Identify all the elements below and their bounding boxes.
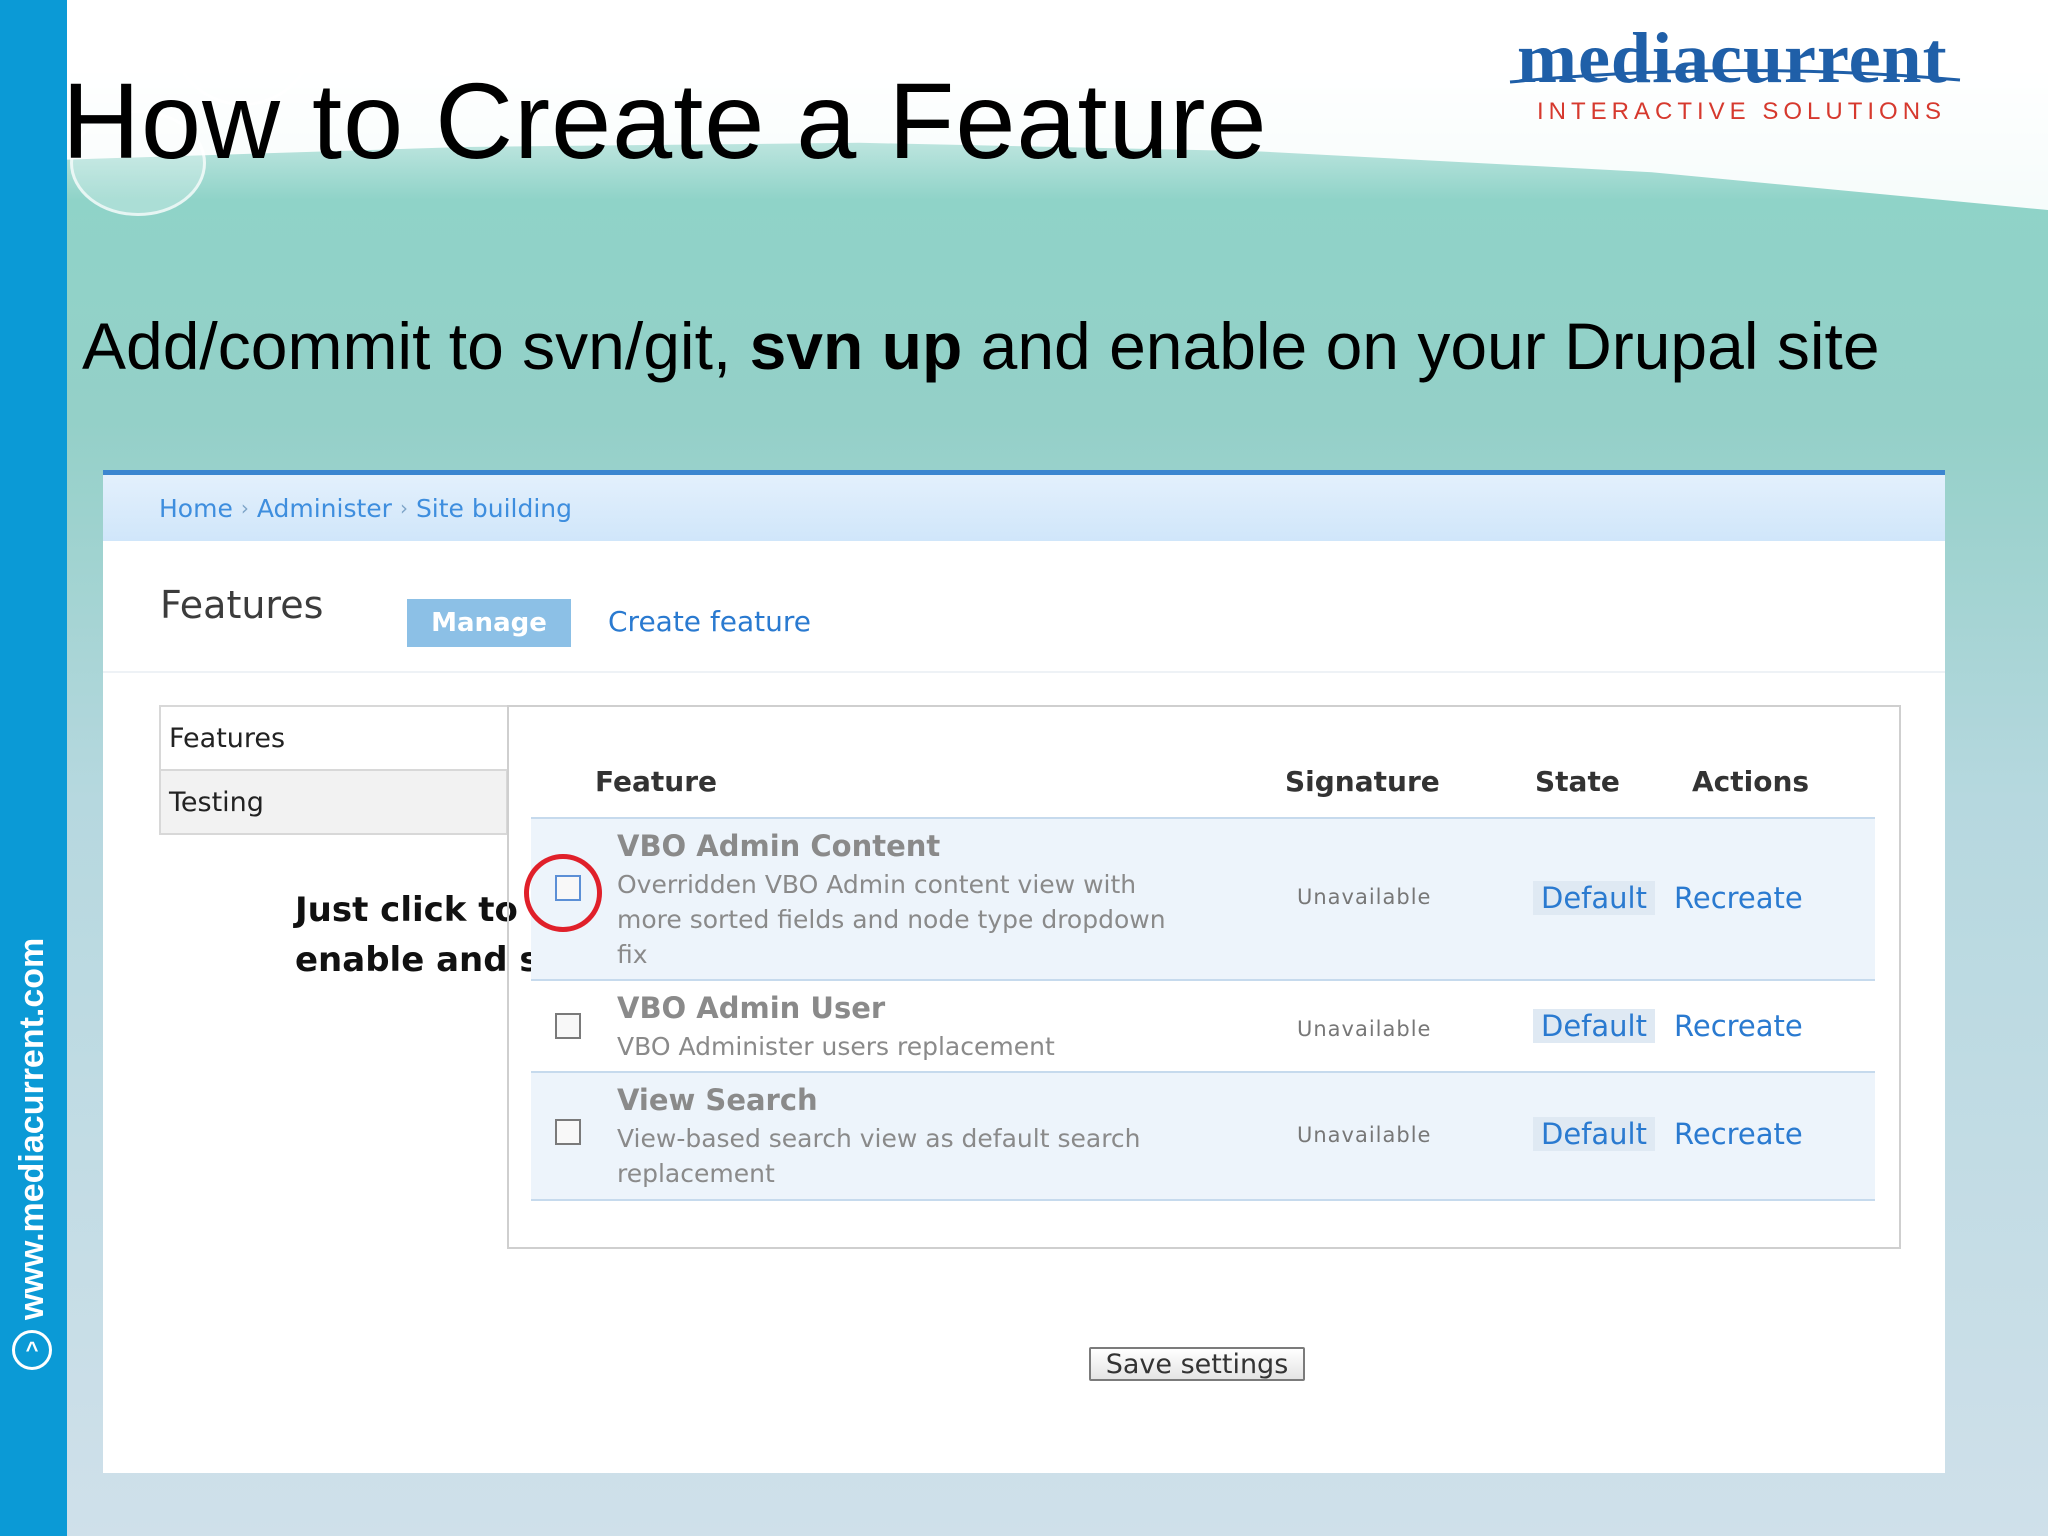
recreate-link[interactable]: Recreate bbox=[1674, 881, 1803, 915]
logo-swoosh-icon bbox=[1509, 68, 1961, 84]
feature-name: View Search bbox=[617, 1083, 818, 1117]
table-row: VBO Admin User VBO Administer users repl… bbox=[531, 979, 1875, 1073]
recreate-link[interactable]: Recreate bbox=[1674, 1117, 1803, 1151]
feature-description: View-based search view as default search… bbox=[617, 1124, 1141, 1188]
subtitle-bold: svn up bbox=[749, 309, 963, 383]
column-header-signature: Signature bbox=[1285, 765, 1440, 798]
save-settings-button[interactable]: Save settings bbox=[1089, 1347, 1305, 1381]
feature-name: VBO Admin Content bbox=[617, 829, 941, 863]
feature-state-link[interactable]: Default bbox=[1533, 881, 1655, 915]
tab-create-feature[interactable]: Create feature bbox=[608, 605, 811, 638]
feature-signature: Unavailable bbox=[1297, 885, 1432, 909]
subtitle-post: and enable on your Drupal site bbox=[962, 309, 1880, 383]
table-row: VBO Admin Content Overridden VBO Admin c… bbox=[524, 817, 1875, 979]
slide-subtitle: Add/commit to svn/git, svn up and enable… bbox=[82, 308, 1880, 384]
breadcrumb-home[interactable]: Home bbox=[159, 494, 233, 523]
feature-signature: Unavailable bbox=[1297, 1017, 1432, 1041]
mediacurrent-logo: mediacurrent INTERACTIVE SOLUTIONS bbox=[1505, 22, 1965, 132]
slide-title: How to Create a Feature bbox=[62, 60, 1268, 181]
chevron-up-icon: ^ bbox=[12, 1330, 52, 1370]
feature-name: VBO Admin User bbox=[617, 991, 886, 1025]
feature-state-link[interactable]: Default bbox=[1533, 1009, 1655, 1043]
side-url: ^ www.mediacurrent.com bbox=[2, 910, 62, 1370]
feature-description: VBO Administer users replacement bbox=[617, 1032, 1055, 1061]
side-url-text: www.mediacurrent.com bbox=[12, 937, 51, 1320]
breadcrumb-administer[interactable]: Administer bbox=[257, 494, 392, 523]
feature-checkbox[interactable] bbox=[555, 875, 581, 901]
feature-description: Overridden VBO Admin content view with m… bbox=[617, 870, 1166, 969]
vertical-tab-testing[interactable]: Testing bbox=[159, 771, 508, 835]
drupal-screenshot: Home › Administer › Site building Featur… bbox=[103, 470, 1945, 1473]
vertical-tab-features[interactable]: Features bbox=[159, 705, 508, 771]
vertical-tabs: Features Testing bbox=[159, 705, 508, 835]
tab-manage[interactable]: Manage bbox=[407, 599, 571, 647]
feature-state-link[interactable]: Default bbox=[1533, 1117, 1655, 1151]
breadcrumb: Home › Administer › Site building bbox=[103, 475, 1945, 541]
column-header-feature: Feature bbox=[595, 765, 717, 798]
page-header: Features Manage Create feature bbox=[103, 541, 1945, 673]
subtitle-pre: Add/commit to svn/git, bbox=[82, 309, 750, 383]
features-table: Feature Signature State Actions VBO Admi… bbox=[507, 705, 1901, 1249]
breadcrumb-separator-icon: › bbox=[240, 496, 249, 520]
recreate-link[interactable]: Recreate bbox=[1674, 1009, 1803, 1043]
column-header-state: State bbox=[1535, 765, 1620, 798]
column-header-actions: Actions bbox=[1692, 765, 1810, 798]
breadcrumb-site-building[interactable]: Site building bbox=[416, 494, 572, 523]
logo-tagline: INTERACTIVE SOLUTIONS bbox=[1537, 98, 1947, 125]
feature-signature: Unavailable bbox=[1297, 1123, 1432, 1147]
feature-checkbox[interactable] bbox=[555, 1013, 581, 1039]
feature-checkbox[interactable] bbox=[555, 1119, 581, 1145]
page-title: Features bbox=[160, 583, 324, 627]
breadcrumb-separator-icon: › bbox=[399, 496, 408, 520]
table-row: View Search View-based search view as de… bbox=[531, 1071, 1875, 1201]
